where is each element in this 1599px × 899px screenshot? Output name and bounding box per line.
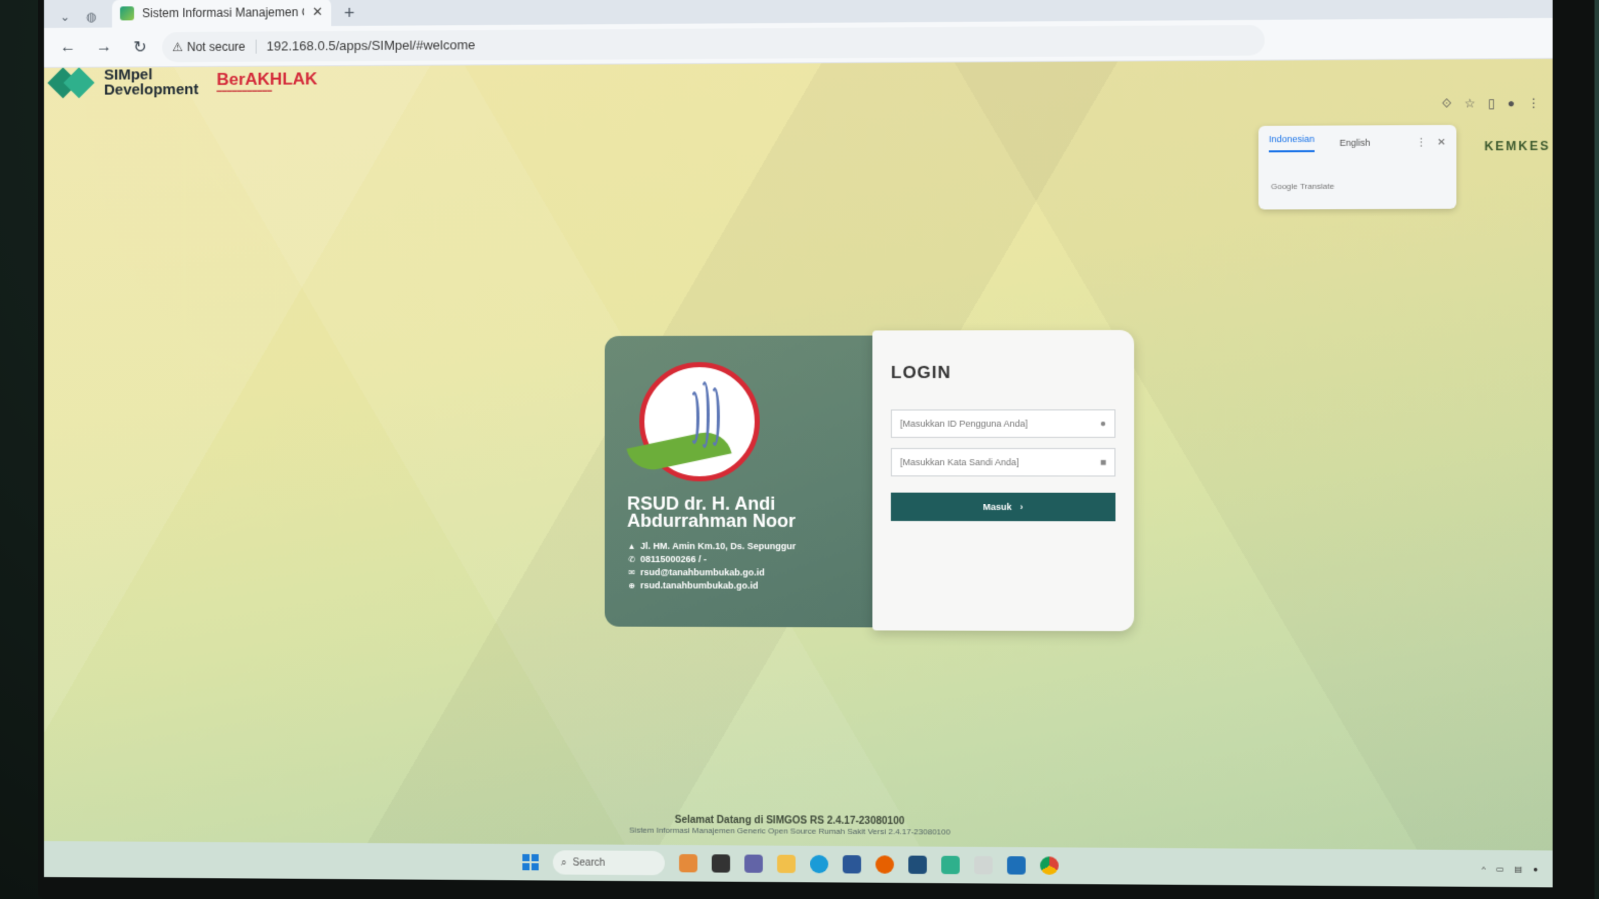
simpel-app-icon[interactable] <box>941 855 960 875</box>
file-explorer-icon[interactable] <box>777 854 796 874</box>
tray-chevron-icon[interactable]: ^ <box>1482 864 1486 873</box>
translate-icon[interactable]: ⟐ <box>1442 96 1452 111</box>
location-icon: ▲ <box>627 541 636 551</box>
widgets-icon[interactable] <box>679 854 698 873</box>
favicon-icon <box>120 6 135 21</box>
translate-tab-english[interactable]: English <box>1340 138 1371 148</box>
tab-title: Sistem Informasi Manajemen G <box>142 5 305 21</box>
hospital-address: Jl. HM. Amin Km.10, Ds. Sepunggur <box>640 540 796 552</box>
globe-icon: ⊕ <box>628 581 636 591</box>
lock-icon: ■ <box>1099 456 1107 468</box>
url-text[interactable]: 192.168.0.5/apps/SIMpel/#welcome <box>266 37 475 53</box>
warning-icon: ⚠ <box>172 39 184 54</box>
menu-dots-icon[interactable]: ⋮ <box>1528 96 1541 111</box>
brand-line2: Development <box>104 81 199 99</box>
hospital-info-panel: RSUD dr. H. Andi Abdurrahman Noor ▲ Jl. H… <box>604 335 883 628</box>
browser-action-icons: ⟐ ☆ ▯ ● ⋮ <box>1442 96 1540 112</box>
monitor-bezel: ⌄ ◍ Sistem Informasi Manajemen G ✕ + ← →… <box>38 0 1595 899</box>
login-title: LOGIN <box>890 362 952 383</box>
profile-icon[interactable]: ◍ <box>78 6 104 28</box>
simpel-logo-icon <box>47 67 95 99</box>
login-button[interactable]: Masuk › <box>890 492 1116 522</box>
login-button-label: Masuk <box>982 501 1012 512</box>
translate-footer: Google Translate <box>1270 181 1335 192</box>
screen: ⌄ ◍ Sistem Informasi Manajemen G ✕ + ← →… <box>43 0 1553 888</box>
network-icon[interactable]: ▭ <box>1496 864 1504 873</box>
clock-area[interactable]: ▤ <box>1515 864 1523 873</box>
password-field[interactable]: ■ <box>890 448 1116 477</box>
tab-search-icon[interactable]: ⌄ <box>52 6 78 28</box>
app-icon[interactable] <box>908 855 927 874</box>
forward-button[interactable]: → <box>90 33 118 61</box>
email-row: ✉ rsud@tanahbumbukab.go.id <box>627 566 860 580</box>
address-row: ▲ Jl. HM. Amin Km.10, Ds. Sepunggur <box>627 540 860 554</box>
login-form-panel: LOGIN ● ■ Masuk › <box>872 330 1135 632</box>
close-tab-icon[interactable]: ✕ <box>312 4 323 20</box>
translate-tab-indonesian[interactable]: Indonesian <box>1268 133 1315 153</box>
app-icon-2[interactable] <box>974 855 993 875</box>
hospital-email: rsud@tanahbumbukab.go.id <box>640 567 765 578</box>
translate-options-icon[interactable]: ⋮ <box>1416 137 1426 148</box>
photo-background: ⌄ ◍ Sistem Informasi Manajemen G ✕ + ← →… <box>0 0 1599 899</box>
sidebar-icon[interactable]: ▯ <box>1488 96 1495 111</box>
chrome-icon[interactable] <box>1040 856 1059 875</box>
email-icon: ✉ <box>628 568 636 578</box>
hospital-website: rsud.tanahbumbukab.go.id <box>640 580 759 591</box>
back-button[interactable]: ← <box>54 33 82 61</box>
system-tray: ^ ▭ ▤ ● <box>1482 864 1538 874</box>
translate-close-icon[interactable]: ✕ <box>1437 137 1446 148</box>
footer-welcome: Selamat Datang di SIMGOS RS 2.4.17-23080… <box>44 811 1553 840</box>
store-icon[interactable] <box>842 855 862 874</box>
address-bar[interactable]: ⚠ Not secure 192.168.0.5/apps/SIMpel/#we… <box>162 24 1265 62</box>
hospital-name: RSUD dr. H. Andi Abdurrahman Noor <box>627 493 796 532</box>
firefox-icon[interactable] <box>875 855 894 874</box>
brand-name: SIMpel Development <box>104 66 199 99</box>
new-tab-button[interactable]: + <box>337 0 361 26</box>
app-icon-3[interactable] <box>1007 856 1026 875</box>
account-icon[interactable]: ● <box>1507 96 1515 111</box>
windows-start-icon[interactable] <box>522 854 539 871</box>
hospital-logo-icon <box>626 362 760 482</box>
chat-icon[interactable] <box>744 854 763 873</box>
berakhlak-text: BerAKHLAK <box>216 68 318 89</box>
security-label: Not secure <box>187 39 246 54</box>
chevron-right-icon: › <box>1019 501 1024 513</box>
user-icon: ● <box>1099 418 1107 430</box>
browser-tab[interactable]: Sistem Informasi Manajemen G ✕ <box>112 0 332 28</box>
username-field[interactable]: ● <box>890 409 1116 438</box>
header-brand: SIMpel Development BerAKHLAK ▬▬▬▬▬▬▬▬▬▬▬ <box>47 66 318 99</box>
reload-button[interactable]: ↻ <box>126 33 154 61</box>
notification-icon[interactable]: ● <box>1533 864 1538 873</box>
login-page: SIMpel Development BerAKHLAK ▬▬▬▬▬▬▬▬▬▬▬… <box>43 58 1553 851</box>
security-indicator[interactable]: ⚠ Not secure <box>172 39 257 54</box>
search-icon: ⌕ <box>560 856 567 869</box>
edge-icon[interactable] <box>809 854 829 874</box>
hospital-contact: ▲ Jl. HM. Amin Km.10, Ds. Sepunggur ✆ 0811… <box>627 540 860 593</box>
username-input[interactable] <box>900 418 1100 429</box>
berakhlak-logo: BerAKHLAK ▬▬▬▬▬▬▬▬▬▬▬ <box>216 68 318 94</box>
phone-row: ✆ 08115000266 / - <box>627 553 860 567</box>
taskbar-search-placeholder: Search <box>572 856 606 869</box>
kemkes-logo: KEMKES <box>1484 138 1551 154</box>
bookmark-star-icon[interactable]: ☆ <box>1464 96 1475 111</box>
google-translate-popup: Indonesian English ⋮ ✕ Google Translate <box>1258 124 1457 210</box>
hospital-phone: 08115000266 / - <box>640 554 707 565</box>
task-view-icon[interactable] <box>711 854 731 873</box>
password-input[interactable] <box>900 457 1100 468</box>
taskbar-search[interactable]: ⌕ Search <box>552 850 665 876</box>
website-row: ⊕ rsud.tanahbumbukab.go.id <box>627 579 860 593</box>
phone-icon: ✆ <box>628 555 636 565</box>
